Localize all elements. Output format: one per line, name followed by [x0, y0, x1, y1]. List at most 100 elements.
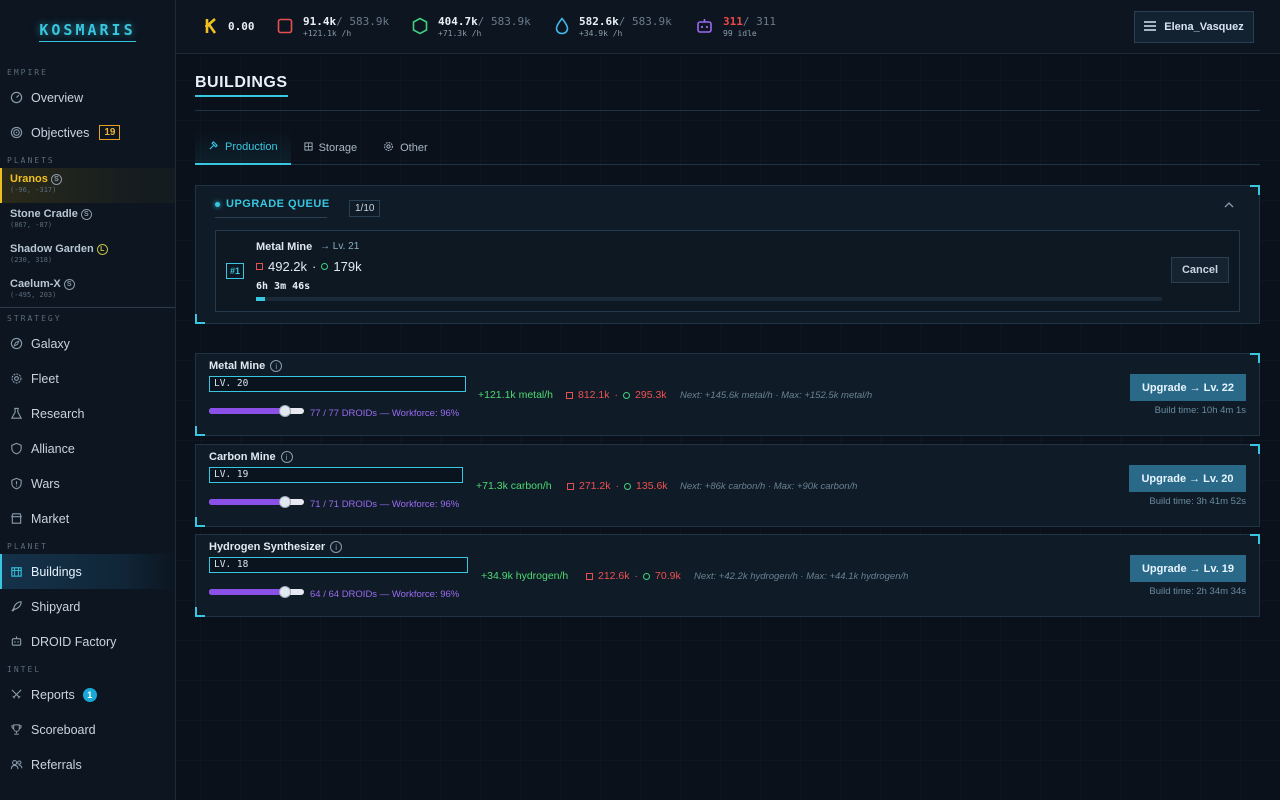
droids-max: / 311 [742, 15, 776, 29]
upgrade-queue-panel: UPGRADE QUEUE 1/10 #1 Metal Mine → Lv. 2… [195, 185, 1260, 324]
droid-workforce: 71 / 71 DROIDs — Workforce: 96% [310, 499, 460, 510]
queue-item-cost: 492.2k · 179k [256, 259, 362, 274]
panel-corner [1250, 185, 1260, 195]
cost-separator: · [634, 570, 639, 582]
droids-resource[interactable]: 311/ 311 99 idle [696, 0, 776, 54]
sidebar-item-buildings[interactable]: Buildings [0, 554, 175, 589]
info-icon[interactable]: i [270, 360, 283, 372]
sidebar-item-overview[interactable]: Overview [0, 80, 175, 115]
user-menu-button[interactable]: Elena_Vasquez [1134, 11, 1254, 43]
queue-underline [215, 217, 327, 218]
tab-other[interactable]: Other [370, 130, 441, 165]
planet-name: Stone Cradle [10, 208, 78, 220]
droid-slider[interactable] [209, 586, 304, 598]
sidebar-item-scoreboard[interactable]: Scoreboard [0, 712, 175, 747]
gear-icon [383, 141, 394, 155]
credits-resource[interactable]: 0.00 [204, 0, 255, 54]
upgrade-cost: 812.1k · 295.3k [566, 389, 667, 401]
building-name-text: Metal Mine [209, 360, 266, 372]
queue-title: UPGRADE QUEUE [226, 198, 330, 210]
sidebar-item-label: Scoreboard [31, 722, 96, 737]
section-label-strategy: STRATEGY [7, 314, 62, 323]
sidebar-item-alliance[interactable]: Alliance [0, 431, 175, 466]
metal-cost: 492.2k [268, 259, 308, 274]
sidebar-item-market[interactable]: Market [0, 501, 175, 536]
objectives-badge: 19 [99, 125, 121, 140]
building-card-hydrogen-synthesizer: Hydrogen Synthesizer i LV. 18 64 / 64 DRO… [195, 534, 1260, 617]
upgrade-button[interactable]: Upgrade → Lv. 19 [1130, 555, 1246, 582]
building-tabs: Production Storage Other [195, 130, 1260, 165]
sidebar-item-label: Market [31, 511, 70, 526]
metal-max: / 583.9k [336, 15, 390, 29]
planet-coords: (-495, 203) [10, 291, 57, 299]
carbon-value: 404.7k [438, 15, 478, 29]
sidebar-item-galaxy[interactable]: Galaxy [0, 326, 175, 361]
sidebar-item-research[interactable]: Research [0, 396, 175, 431]
sidebar-item-reports[interactable]: Reports 1 [0, 677, 175, 712]
resource-bar: 0.00 91.4k/ 583.9k +121.1k /h 404.7k/ 58… [176, 0, 1280, 54]
carbon-rate: +71.3k /h [438, 28, 482, 38]
queue-item-target-level: → Lv. 21 [320, 241, 360, 252]
title-divider [195, 110, 1260, 111]
sidebar-item-label: Shipyard [31, 599, 81, 614]
metal-icon [567, 482, 574, 490]
upgrade-button[interactable]: Upgrade → Lv. 22 [1130, 374, 1246, 401]
tab-storage[interactable]: Storage [291, 130, 371, 165]
info-icon[interactable]: i [330, 541, 343, 553]
building-card-metal-mine: Metal Mine i LV. 20 77 / 77 DROIDs — Work… [195, 353, 1260, 436]
robot-icon [9, 635, 23, 649]
reports-badge: 1 [82, 687, 97, 702]
cancel-button[interactable]: Cancel [1171, 257, 1229, 283]
carbon-resource[interactable]: 404.7k/ 583.9k +71.3k /h [412, 0, 531, 54]
planet-coords: (-96, -317) [10, 186, 57, 194]
droid-slider[interactable] [209, 405, 304, 417]
gauge-icon [9, 91, 23, 105]
slider-knob[interactable] [279, 405, 291, 417]
building-icon [9, 565, 23, 579]
building-level: LV. 20 [209, 376, 466, 392]
planet-size-badge: S [80, 208, 92, 220]
production-rate: +121.1k metal/h [478, 389, 554, 401]
planet-name: Shadow Garden [10, 243, 94, 255]
hydrogen-value: 582.6k [579, 15, 619, 29]
queue-item: #1 Metal Mine → Lv. 21 492.2k · 179k 6h … [215, 230, 1240, 312]
planet-item-stone-cradle[interactable]: Stone Cradle S (867, -87) [0, 203, 175, 238]
planet-coords: (230, 318) [10, 256, 53, 264]
tab-production[interactable]: Production [195, 130, 291, 165]
carbon-icon [623, 391, 631, 399]
metal-icon [277, 18, 293, 37]
compass-icon [9, 337, 23, 351]
hydrogen-max: / 583.9k [618, 15, 672, 29]
building-name: Hydrogen Synthesizer i [209, 541, 343, 553]
shield-alert-icon [9, 477, 23, 491]
sidebar-item-shipyard[interactable]: Shipyard [0, 589, 175, 624]
droid-slider[interactable] [209, 496, 304, 508]
sidebar-item-wars[interactable]: Wars [0, 466, 175, 501]
credits-value: 0.00 [228, 20, 255, 34]
logo[interactable]: KOSMARIS [0, 0, 175, 62]
swords-icon [9, 688, 23, 702]
sidebar-item-droid-factory[interactable]: DROID Factory [0, 624, 175, 659]
slider-knob[interactable] [279, 586, 291, 598]
upgrade-cost: 212.6k · 70.9k [586, 570, 681, 582]
panel-corner [1250, 444, 1260, 454]
hydrogen-resource[interactable]: 582.6k/ 583.9k +34.9k /h [555, 0, 672, 54]
slider-fill [209, 589, 285, 595]
planet-item-shadow-garden[interactable]: Shadow Garden L (230, 318) [0, 238, 175, 273]
hydrogen-rate: +34.9k /h [579, 28, 623, 38]
info-icon[interactable]: i [280, 451, 293, 463]
planet-item-caelum-x[interactable]: Caelum-X S (-495, 203) [0, 273, 175, 308]
sidebar-item-objectives[interactable]: Objectives 19 [0, 115, 175, 150]
box-icon [304, 141, 313, 154]
metal-resource[interactable]: 91.4k/ 583.9k +121.1k /h [277, 0, 389, 54]
sidebar-item-fleet[interactable]: Fleet [0, 361, 175, 396]
status-dot-icon [215, 201, 220, 207]
upgrade-button[interactable]: Upgrade → Lv. 20 [1129, 465, 1246, 492]
tab-label: Other [400, 141, 428, 154]
sidebar-item-referrals[interactable]: Referrals [0, 747, 175, 782]
slider-knob[interactable] [279, 496, 291, 508]
droplet-icon [555, 16, 569, 38]
planet-item-uranos[interactable]: Uranos S (-96, -317) [0, 168, 175, 203]
upgrade-cost: 271.2k · 135.6k [567, 480, 668, 492]
chevron-up-icon[interactable] [1224, 200, 1234, 211]
